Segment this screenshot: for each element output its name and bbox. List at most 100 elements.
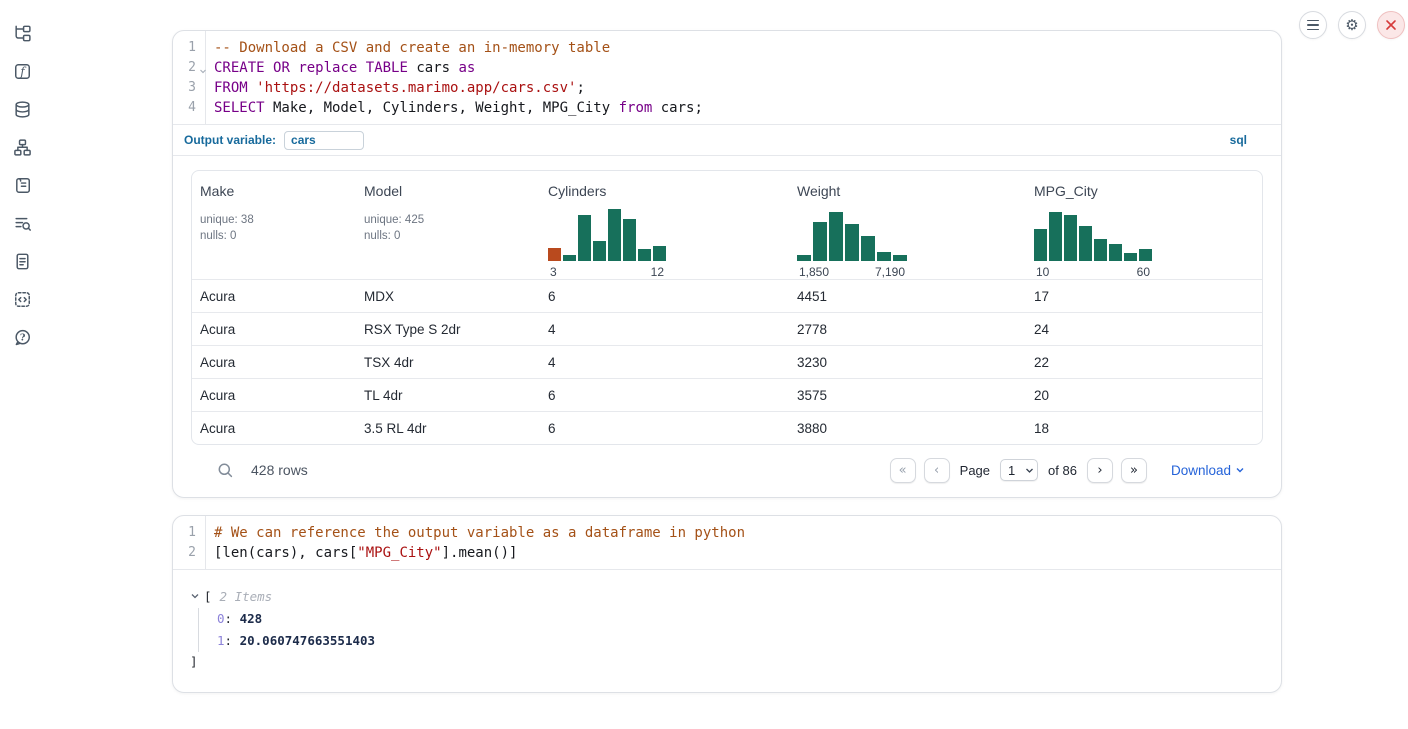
database-icon[interactable] <box>12 99 32 119</box>
settings-button[interactable]: ⚙ <box>1338 11 1366 39</box>
file-tree-icon[interactable] <box>12 23 32 43</box>
dependency-graph-icon[interactable] <box>12 137 32 157</box>
histogram-bar <box>1034 229 1047 261</box>
shutdown-button[interactable] <box>1377 11 1405 39</box>
histogram-bar <box>877 252 891 261</box>
gear-icon: ⚙ <box>1345 18 1358 33</box>
column-header-mpg-city: MPG_City 10 60 <box>1026 171 1262 279</box>
documentation-icon[interactable] <box>12 251 32 271</box>
table-cell: 3880 <box>789 421 1026 436</box>
table-cell: 2778 <box>789 322 1026 337</box>
table-cell: Acura <box>192 322 356 337</box>
last-page-button[interactable]: » <box>1121 458 1147 483</box>
download-label: Download <box>1171 463 1231 478</box>
logs-icon[interactable] <box>12 175 32 195</box>
page-select[interactable]: 1 <box>1000 459 1038 481</box>
histogram-bar <box>608 209 621 261</box>
histogram-bar <box>623 219 636 261</box>
table-cell: 6 <box>540 289 789 304</box>
table-cell: 20 <box>1026 388 1262 403</box>
histogram-bar <box>1109 244 1122 261</box>
sql-cell: 1 -- Download a CSV and create an in-mem… <box>172 30 1282 498</box>
column-label[interactable]: Weight <box>797 183 1018 199</box>
page-total-label: of 86 <box>1048 463 1077 478</box>
table-cell: 22 <box>1026 355 1262 370</box>
histogram-bar <box>1139 249 1152 261</box>
column-label[interactable]: Model <box>364 183 532 199</box>
item-value: 428 <box>240 611 263 626</box>
open-bracket: [ <box>204 589 212 604</box>
line-number: 3 <box>173 78 205 98</box>
table-cell: Acura <box>192 421 356 436</box>
table-header: Make unique: 38 nulls: 0 Model unique: 4… <box>192 171 1262 279</box>
hist-min: 3 <box>550 265 557 279</box>
code-text: [len(cars), cars["MPG_City"].mean()] <box>206 543 517 563</box>
histogram-bar <box>829 212 843 261</box>
column-label[interactable]: MPG_City <box>1034 183 1254 199</box>
histogram-bar <box>845 224 859 261</box>
first-page-button[interactable]: « <box>890 458 916 483</box>
table-cell: 6 <box>540 388 789 403</box>
histogram-bar <box>563 255 576 261</box>
table-cell: RSX Type S 2dr <box>356 322 540 337</box>
prev-page-button[interactable]: ‹ <box>924 458 950 483</box>
histogram-mpg-city: 10 60 <box>1034 209 1152 279</box>
histogram-bar <box>1094 239 1107 261</box>
snippets-icon[interactable] <box>12 289 32 309</box>
output-variable-input[interactable] <box>284 131 364 150</box>
outline-search-icon[interactable] <box>12 213 32 233</box>
items-count-label: 2 Items <box>220 589 273 604</box>
table-cell: 4 <box>540 355 789 370</box>
column-label[interactable]: Make <box>200 183 348 199</box>
code-line: 3 FROM 'https://datasets.marimo.app/cars… <box>173 78 1281 98</box>
table-cell: Acura <box>192 388 356 403</box>
svg-text:f: f <box>19 64 27 78</box>
table-cell: 3.5 RL 4dr <box>356 421 540 436</box>
function-icon[interactable]: f <box>12 61 32 81</box>
page-label: Page <box>960 463 990 478</box>
histogram-bar <box>1079 226 1092 261</box>
row-count: 428 rows <box>251 462 308 478</box>
table-row: AcuraTSX 4dr4323022 <box>192 345 1262 378</box>
code-line: 2 [len(cars), cars["MPG_City"].mean()] <box>173 543 1281 563</box>
column-header-make: Make unique: 38 nulls: 0 <box>192 171 356 279</box>
language-badge[interactable]: sql <box>1230 133 1247 147</box>
column-label[interactable]: Cylinders <box>548 183 781 199</box>
table-cell: 3575 <box>789 388 1026 403</box>
next-page-button[interactable]: › <box>1087 458 1113 483</box>
svg-text:?: ? <box>19 332 25 343</box>
histogram-bar <box>638 249 651 261</box>
download-button[interactable]: Download <box>1171 463 1245 478</box>
help-icon[interactable]: ? <box>12 327 32 347</box>
output-variable-row: Output variable: sql <box>173 125 1281 155</box>
table-cell: 17 <box>1026 289 1262 304</box>
notebook: 1 -- Download a CSV and create an in-mem… <box>172 30 1282 693</box>
code-text: -- Download a CSV and create an in-memor… <box>206 38 610 58</box>
histogram-bar <box>797 255 811 261</box>
output-item: 1: 20.060747663551403 <box>217 630 1265 652</box>
code-text: # We can reference the output variable a… <box>206 523 745 543</box>
histogram-bar <box>893 255 907 261</box>
line-number: 1 <box>173 523 205 543</box>
sql-code-editor[interactable]: 1 -- Download a CSV and create an in-mem… <box>173 31 1281 124</box>
table-cell: 3230 <box>789 355 1026 370</box>
histogram-weight: 1,850 7,190 <box>797 209 907 279</box>
table-cell: 6 <box>540 421 789 436</box>
search-button[interactable] <box>217 462 234 479</box>
python-code-editor[interactable]: 1 # We can reference the output variable… <box>173 516 1281 569</box>
menu-button[interactable] <box>1299 11 1327 39</box>
collapse-chevron-icon[interactable] <box>190 591 200 601</box>
hist-min: 10 <box>1036 265 1049 279</box>
table-row: Acura3.5 RL 4dr6388018 <box>192 411 1262 444</box>
close-x-icon <box>1385 19 1397 31</box>
code-line: 2 CREATE OR replace TABLE cars as <box>173 58 1281 78</box>
table-cell: Acura <box>192 289 356 304</box>
hist-min: 1,850 <box>799 265 829 279</box>
python-output: [ 2 Items 0: 4281: 20.060747663551403 ] <box>173 570 1281 692</box>
notebook-actions: ⚙ <box>1299 11 1405 39</box>
table-row: AcuraTL 4dr6357520 <box>192 378 1262 411</box>
close-bracket: ] <box>190 652 1265 672</box>
code-line: 1 # We can reference the output variable… <box>173 523 1281 543</box>
search-icon <box>217 462 234 479</box>
output-item: 0: 428 <box>217 608 1265 630</box>
